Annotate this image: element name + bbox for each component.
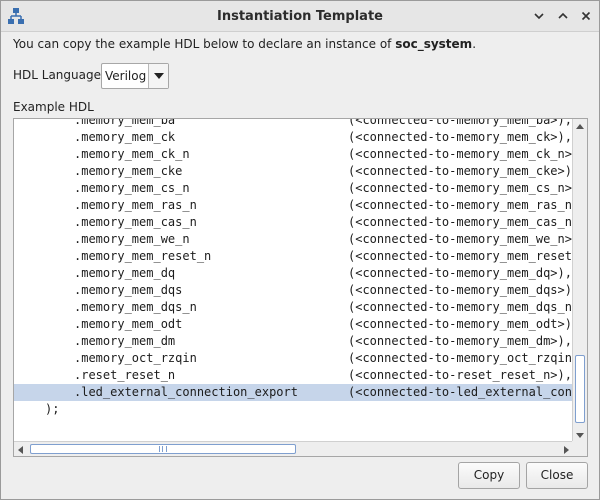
- title-bar[interactable]: Instantiation Template: [1, 1, 599, 32]
- port-name: .memory_mem_ck: [74, 130, 176, 144]
- vertical-scrollbar[interactable]: [572, 119, 587, 441]
- port-name: .memory_mem_ras_n: [74, 198, 197, 212]
- entity-name: soc_system: [395, 37, 473, 51]
- code-line[interactable]: .memory_mem_dm (<connected-to-memory_mem_…: [14, 333, 573, 350]
- port-name: .reset_reset_n: [74, 368, 176, 382]
- port-connection: (<connected-to-memory_mem_we_n>): [348, 232, 573, 246]
- hdl-language-select[interactable]: Verilog: [101, 63, 169, 89]
- instantiation-template-dialog: Instantiation Template You can copy the …: [0, 0, 600, 500]
- scroll-down-button[interactable]: [573, 427, 587, 441]
- code-line[interactable]: );: [14, 401, 573, 418]
- port-name: .memory_mem_dqs_n: [74, 300, 197, 314]
- code-line[interactable]: .memory_mem_ras_n (<connected-to-memory_m…: [14, 197, 573, 214]
- port-connection: (<connected-to-memory_mem_cas_n>: [348, 215, 573, 229]
- port-name: .memory_mem_dq: [74, 266, 176, 280]
- code-line[interactable]: .memory_mem_dqs (<connected-to-memory_mem…: [14, 282, 573, 299]
- code-line[interactable]: .memory_mem_ck (<connected-to-memory_mem_…: [14, 129, 573, 146]
- port-connection: (<connected-to-memory_oct_rzqin>: [348, 351, 573, 365]
- port-name: .memory_mem_odt: [74, 317, 183, 331]
- example-hdl-label: Example HDL: [13, 100, 94, 114]
- port-name: .memory_mem_reset_n: [74, 249, 212, 263]
- code-line[interactable]: .memory_mem_ba (<connected-to-memory_mem_…: [14, 119, 573, 129]
- vertical-scroll-thumb[interactable]: [575, 355, 585, 423]
- description-text: You can copy the example HDL below to de…: [13, 37, 476, 51]
- port-connection: (<connected-to-memory_mem_reset_n: [348, 249, 573, 263]
- port-connection: (<connected-to-memory_mem_cke>),: [348, 164, 573, 178]
- scroll-up-button[interactable]: [573, 119, 587, 133]
- hdl-language-value: Verilog: [105, 69, 147, 83]
- port-name: .memory_mem_ck_n: [74, 147, 190, 161]
- code-line[interactable]: .memory_mem_cas_n (<connected-to-memory_m…: [14, 214, 573, 231]
- code-line[interactable]: .memory_mem_cke (<connected-to-memory_mem…: [14, 163, 573, 180]
- code-line[interactable]: .memory_mem_we_n (<connected-to-memory_me…: [14, 231, 573, 248]
- port-connection: (<connected-to-memory_mem_ck>),: [348, 130, 572, 144]
- scrollbar-corner: [572, 441, 587, 456]
- port-connection: (<connected-to-reset_reset_n>),: [348, 368, 572, 382]
- port-name: .memory_oct_rzqin: [74, 351, 197, 365]
- port-connection: (<connected-to-memory_mem_odt>),: [348, 317, 573, 331]
- chevron-down-icon: [530, 10, 548, 22]
- port-connection: (<connected-to-led_external_conne: [348, 385, 573, 399]
- horizontal-scrollbar[interactable]: [14, 441, 573, 456]
- code-line[interactable]: .led_external_connection_export (<connect…: [14, 384, 573, 401]
- close-window-button[interactable]: [577, 7, 595, 25]
- window-title: Instantiation Template: [217, 9, 383, 24]
- scroll-left-arrow-icon: [14, 442, 28, 456]
- minimize-button[interactable]: [530, 7, 548, 25]
- closing-paren: );: [45, 402, 60, 416]
- hdl-language-label: HDL Language:: [13, 68, 106, 82]
- close-button[interactable]: Close: [526, 462, 588, 489]
- code-line[interactable]: .memory_mem_ck_n (<connected-to-memory_me…: [14, 146, 573, 163]
- port-name: .memory_mem_cke: [74, 164, 183, 178]
- port-name: .memory_mem_dqs: [74, 283, 183, 297]
- example-hdl-textarea[interactable]: .memory_mem_ba (<connected-to-memory_mem_…: [13, 118, 588, 457]
- port-name: .memory_mem_cas_n: [74, 215, 197, 229]
- code-line[interactable]: .memory_oct_rzqin (<connected-to-memory_o…: [14, 350, 573, 367]
- code-lines: .memory_mem_ba (<connected-to-memory_mem_…: [14, 119, 573, 418]
- scroll-right-arrow-icon: [559, 442, 573, 456]
- maximize-button[interactable]: [554, 7, 572, 25]
- port-connection: (<connected-to-memory_mem_dqs_n>): [348, 300, 573, 314]
- scroll-left-button[interactable]: [14, 442, 28, 456]
- scroll-right-button[interactable]: [559, 442, 573, 456]
- port-connection: (<connected-to-memory_mem_dq>),: [348, 266, 572, 280]
- code-line[interactable]: .memory_mem_dq (<connected-to-memory_mem_…: [14, 265, 573, 282]
- port-connection: (<connected-to-memory_mem_ras_n>: [348, 198, 573, 212]
- code-line[interactable]: .memory_mem_cs_n (<connected-to-memory_me…: [14, 180, 573, 197]
- close-icon: [577, 10, 595, 22]
- description-suffix: .: [472, 37, 477, 51]
- port-connection: (<connected-to-memory_mem_dm>),: [348, 334, 572, 348]
- description-prefix: You can copy the example HDL below to de…: [13, 37, 396, 51]
- code-line[interactable]: .memory_mem_odt (<connected-to-memory_mem…: [14, 316, 573, 333]
- code-line[interactable]: .memory_mem_dqs_n (<connected-to-memory_m…: [14, 299, 573, 316]
- port-connection: (<connected-to-memory_mem_ck_n>): [348, 147, 573, 161]
- port-name: .memory_mem_cs_n: [74, 181, 190, 195]
- code-viewport[interactable]: .memory_mem_ba (<connected-to-memory_mem_…: [14, 119, 573, 441]
- grip-icon: [159, 446, 167, 452]
- code-line[interactable]: .memory_mem_reset_n (<connected-to-memory…: [14, 248, 573, 265]
- port-name: .memory_mem_dm: [74, 334, 176, 348]
- copy-button[interactable]: Copy: [458, 462, 520, 489]
- port-name: .memory_mem_ba: [74, 119, 176, 127]
- port-connection: (<connected-to-memory_mem_ba>),: [348, 119, 572, 127]
- port-connection: (<connected-to-memory_mem_dqs>),: [348, 283, 573, 297]
- port-name: .memory_mem_we_n: [74, 232, 190, 246]
- horizontal-scroll-thumb[interactable]: [30, 444, 296, 454]
- scroll-up-arrow-icon: [573, 119, 587, 138]
- code-line[interactable]: .reset_reset_n (<connected-to-reset_reset…: [14, 367, 573, 384]
- port-connection: (<connected-to-memory_mem_cs_n>): [348, 181, 573, 195]
- chevron-up-icon: [554, 10, 572, 22]
- port-name: .led_external_connection_export: [74, 385, 298, 399]
- dropdown-button[interactable]: [148, 64, 168, 88]
